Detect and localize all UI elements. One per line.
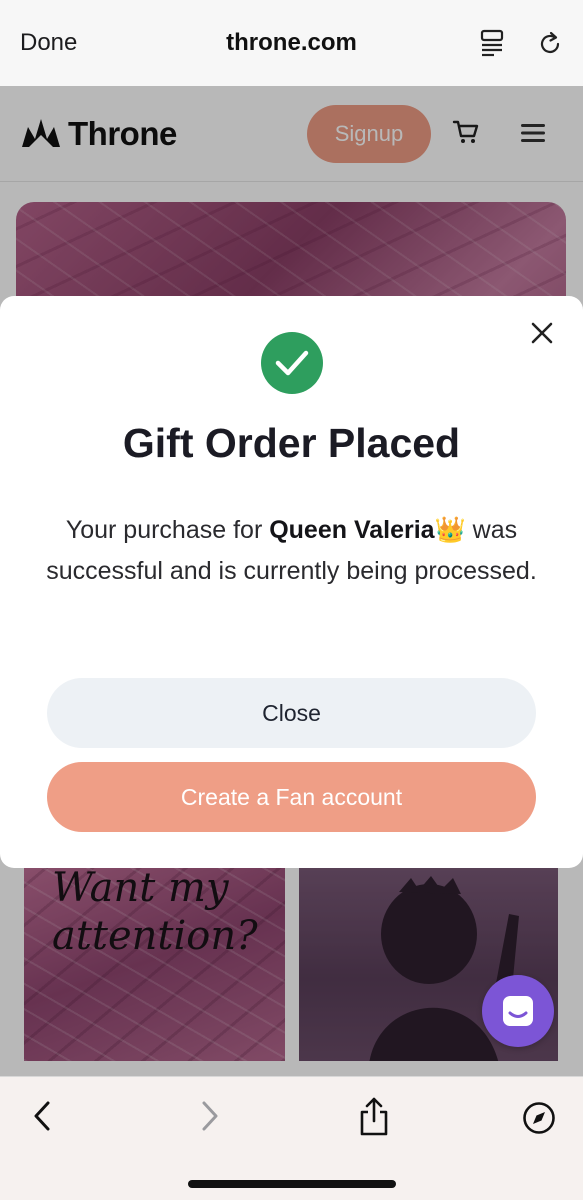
home-indicator: [188, 1180, 396, 1188]
create-fan-account-button[interactable]: Create a Fan account: [47, 762, 536, 832]
modal-message: Your purchase for Queen Valeria👑 was suc…: [40, 510, 543, 592]
close-button[interactable]: Close: [47, 678, 536, 748]
share-icon[interactable]: [358, 1095, 390, 1142]
close-icon[interactable]: [528, 319, 556, 347]
chat-support-button[interactable]: [482, 975, 554, 1047]
reload-icon[interactable]: [537, 29, 563, 57]
reader-view-icon[interactable]: [479, 29, 505, 57]
forward-arrow-icon[interactable]: [198, 1099, 222, 1138]
message-prefix: Your purchase for: [65, 516, 270, 544]
compass-icon[interactable]: [522, 1101, 556, 1140]
done-button[interactable]: Done: [20, 29, 77, 57]
browser-top-bar: Done throne.com: [0, 0, 583, 86]
chat-icon: [503, 996, 533, 1026]
modal-title: Gift Order Placed: [122, 420, 461, 466]
success-check-icon: [261, 332, 323, 394]
crown-emoji-icon: 👑: [434, 516, 466, 544]
back-arrow-icon[interactable]: [30, 1099, 54, 1138]
recipient-name: Queen Valeria: [269, 516, 435, 544]
